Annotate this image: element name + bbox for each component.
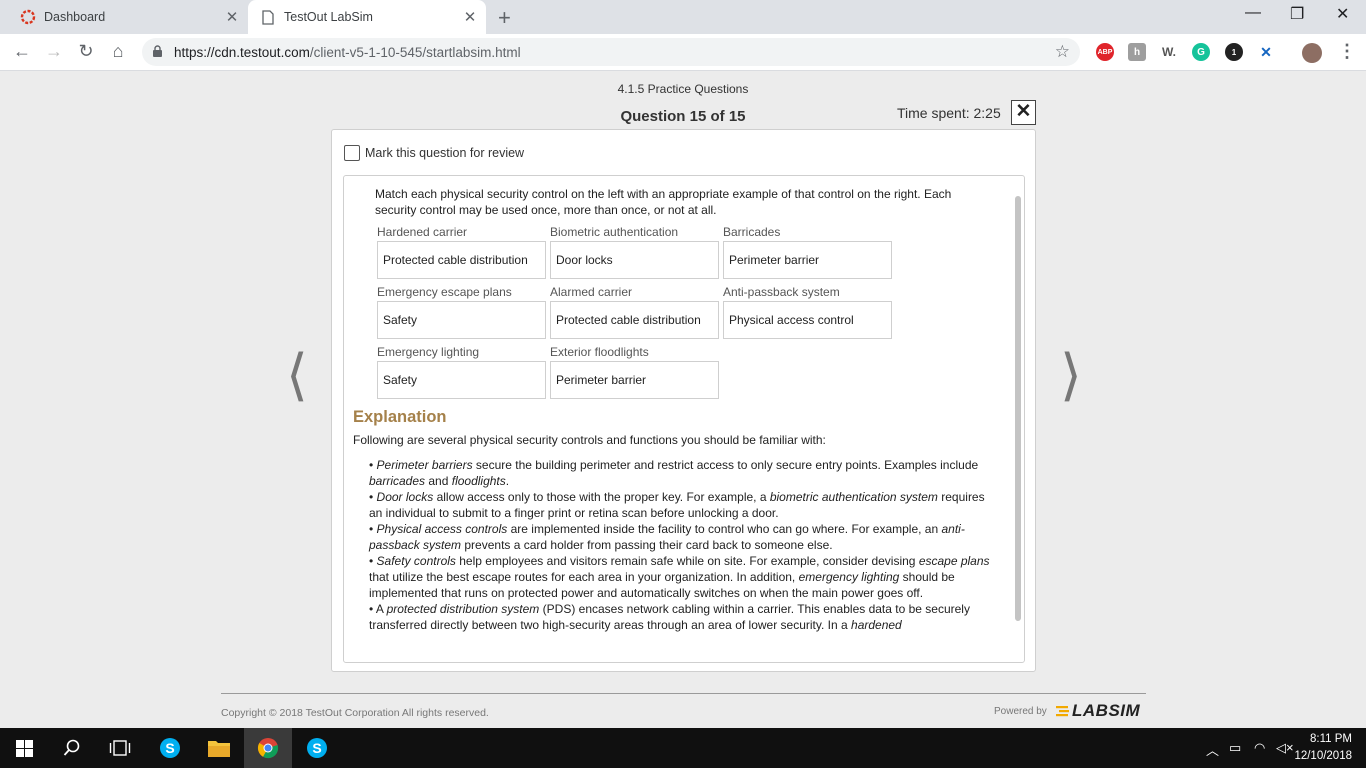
- review-checkbox[interactable]: [344, 145, 360, 161]
- match-answer-box[interactable]: Perimeter barrier: [723, 241, 892, 279]
- explanation-title: Explanation: [353, 408, 447, 426]
- match-item: Biometric authentication Door locks: [550, 225, 719, 279]
- skype-icon[interactable]: S: [293, 728, 341, 768]
- battery-icon[interactable]: ▭: [1229, 740, 1241, 756]
- chrome-icon[interactable]: [244, 728, 292, 768]
- match-answer-box[interactable]: Perimeter barrier: [550, 361, 719, 399]
- match-label: Hardened carrier: [377, 225, 468, 239]
- tray-chevron-icon[interactable]: ︿: [1206, 740, 1219, 759]
- match-label: Barricades: [723, 225, 781, 239]
- match-label: Alarmed carrier: [550, 285, 633, 299]
- list-item: • Perimeter barriers secure the building…: [369, 458, 979, 488]
- match-item: Emergency escape plans Safety: [377, 285, 546, 339]
- close-tab-icon[interactable]: ✕: [222, 8, 242, 26]
- file-explorer-icon[interactable]: [195, 728, 243, 768]
- match-answer-box[interactable]: Door locks: [550, 241, 719, 279]
- powered-by: Powered by: [994, 706, 1047, 717]
- tab-title: TestOut LabSim: [284, 10, 373, 24]
- scrollbar[interactable]: [1015, 196, 1021, 621]
- task-view-icon[interactable]: [96, 728, 144, 768]
- match-answer-box[interactable]: Safety: [377, 361, 546, 399]
- url-text: https://cdn.testout.com/client-v5-1-10-5…: [174, 45, 521, 60]
- search-icon[interactable]: [48, 728, 96, 768]
- shortcut-extension-icon[interactable]: ✕: [1257, 43, 1275, 61]
- question-number: Question 15 of 15: [620, 108, 746, 125]
- volume-muted-icon[interactable]: ◁×: [1276, 740, 1294, 756]
- skype-icon[interactable]: S: [146, 728, 194, 768]
- match-answer-box[interactable]: Protected cable distribution: [550, 301, 719, 339]
- tab-dashboard[interactable]: Dashboard ✕: [8, 0, 248, 34]
- match-label: Anti-passback system: [723, 285, 840, 299]
- match-item: Hardened carrier Protected cable distrib…: [377, 225, 546, 279]
- list-item: • A protected distribution system (PDS) …: [369, 602, 970, 632]
- adblock-extension-icon[interactable]: ABP: [1096, 43, 1114, 61]
- reload-icon[interactable]: ↻: [75, 41, 97, 62]
- question-prompt: Match each physical security control on …: [375, 187, 952, 217]
- previous-question-icon[interactable]: ⟨: [286, 343, 308, 408]
- grammarly-extension-icon[interactable]: G: [1192, 43, 1210, 61]
- profile-avatar[interactable]: [1302, 43, 1322, 63]
- back-icon[interactable]: ←: [11, 41, 33, 62]
- match-item: Anti-passback system Physical access con…: [723, 285, 892, 339]
- minimize-icon[interactable]: —: [1245, 4, 1261, 22]
- tab-testout-labsim[interactable]: TestOut LabSim ✕: [248, 0, 486, 34]
- labsim-page: 4.1.5 Practice Questions Question 15 of …: [0, 71, 1366, 728]
- browser-toolbar: ← → ↻ ⌂ https://cdn.testout.com/client-v…: [0, 34, 1366, 71]
- wifi-icon[interactable]: ◠: [1254, 740, 1265, 756]
- copyright: Copyright © 2018 TestOut Corporation All…: [221, 707, 489, 719]
- close-tab-icon[interactable]: ✕: [460, 8, 480, 26]
- labsim-logo: LABSIM: [1056, 701, 1140, 721]
- clock-date: 12/10/2018: [1294, 750, 1352, 762]
- tab-title: Dashboard: [44, 10, 106, 24]
- match-label: Emergency escape plans: [377, 285, 512, 299]
- dashboard-favicon-icon: [20, 9, 36, 25]
- home-icon[interactable]: ⌂: [107, 41, 129, 62]
- match-answer-box[interactable]: Physical access control: [723, 301, 892, 339]
- lock-icon: [152, 45, 163, 63]
- list-item: • Safety controls help employees and vis…: [369, 554, 990, 600]
- match-item: Emergency lighting Safety: [377, 345, 546, 399]
- match-label: Biometric authentication: [550, 225, 679, 239]
- explanation-intro: Following are several physical security …: [353, 433, 826, 447]
- logo-text: LABSIM: [1072, 701, 1141, 720]
- new-tab-icon[interactable]: +: [498, 5, 511, 31]
- bookmark-star-icon[interactable]: ☆: [1055, 42, 1070, 62]
- svg-text:S: S: [165, 740, 174, 756]
- wordtune-extension-icon[interactable]: W.: [1160, 43, 1178, 61]
- menu-kebab-icon[interactable]: ⋮: [1336, 41, 1358, 62]
- review-checkbox-row[interactable]: Mark this question for review: [344, 145, 524, 161]
- maximize-icon[interactable]: ❐: [1290, 4, 1304, 24]
- breadcrumb: 4.1.5 Practice Questions: [617, 82, 749, 96]
- footer-divider: [221, 693, 1146, 694]
- svg-text:S: S: [312, 740, 321, 756]
- clock-time: 8:11 PM: [1310, 733, 1352, 745]
- match-item: Barricades Perimeter barrier: [723, 225, 892, 279]
- next-question-icon[interactable]: ⟩: [1060, 343, 1082, 408]
- question-panel: Mark this question for review Match each…: [331, 129, 1036, 672]
- page-favicon-icon: [260, 9, 276, 25]
- taskbar-clock[interactable]: 8:11 PM 12/10/2018: [1294, 731, 1352, 765]
- forward-icon[interactable]: →: [43, 41, 65, 62]
- list-item: • Door locks allow access only to those …: [369, 490, 985, 520]
- browser-tab-strip: Dashboard ✕ TestOut LabSim ✕ + — ❐ ✕: [0, 0, 1366, 34]
- window-close-icon[interactable]: ✕: [1336, 4, 1349, 24]
- match-answer-box[interactable]: Safety: [377, 301, 546, 339]
- question-content: Match each physical security control on …: [343, 175, 1025, 663]
- explanation-bullets: • Perimeter barriers secure the building…: [369, 457, 999, 633]
- match-item: Alarmed carrier Protected cable distribu…: [550, 285, 719, 339]
- taskbar: S S ︿ ▭ ◠ ◁× 8:11 PM 12/10/2018: [0, 728, 1366, 768]
- address-bar[interactable]: https://cdn.testout.com/client-v5-1-10-5…: [142, 38, 1080, 66]
- extension-badge-icon[interactable]: 1: [1225, 43, 1243, 61]
- review-label: Mark this question for review: [365, 146, 525, 160]
- match-label: Exterior floodlights: [550, 345, 649, 359]
- extension-icon[interactable]: h: [1128, 43, 1146, 61]
- match-answer-box[interactable]: Protected cable distribution: [377, 241, 546, 279]
- close-question-button[interactable]: ✕: [1011, 100, 1036, 125]
- list-item: • Physical access controls are implement…: [369, 522, 965, 552]
- labsim-logo-icon: [1056, 706, 1069, 717]
- match-label: Emergency lighting: [377, 345, 480, 359]
- match-item: Exterior floodlights Perimeter barrier: [550, 345, 719, 399]
- windows-start-icon[interactable]: [0, 728, 48, 768]
- time-spent: Time spent: 2:25: [897, 105, 1001, 121]
